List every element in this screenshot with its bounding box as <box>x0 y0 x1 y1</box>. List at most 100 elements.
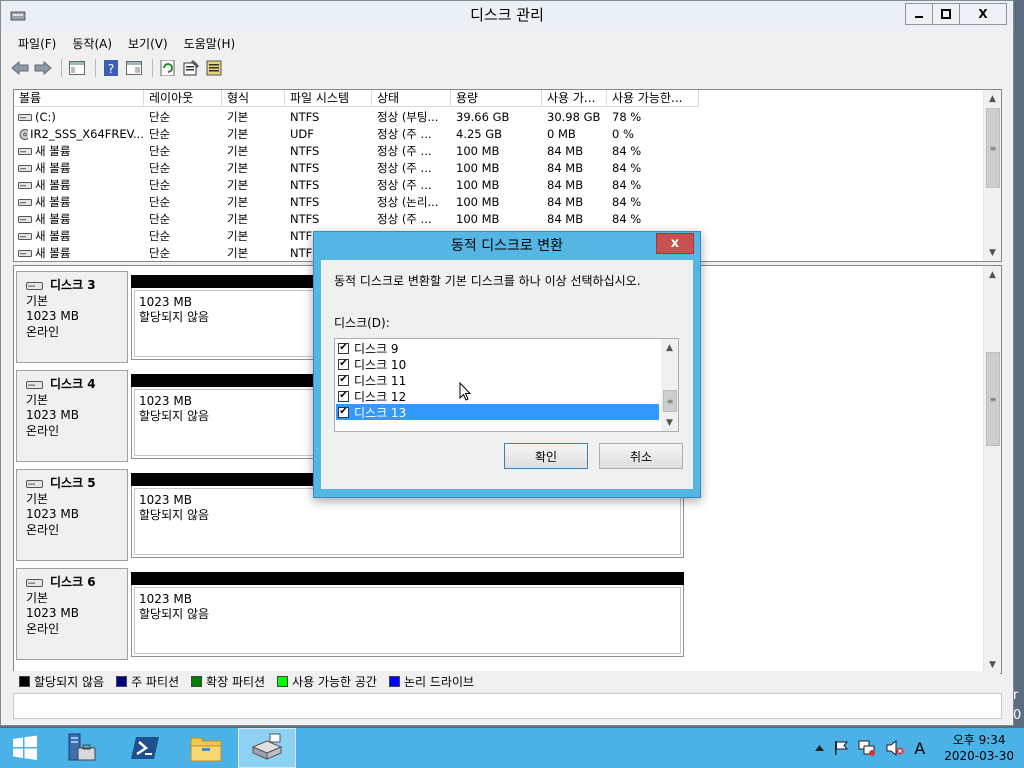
toolbar-separator <box>61 59 62 77</box>
unallocated-partition[interactable]: 1023 MB 할당되지 않음 <box>131 572 684 660</box>
checkbox[interactable]: ✔ <box>338 406 349 418</box>
volume-cell: 새 볼륨 <box>14 143 144 160</box>
disk-name-line: 디스크 6 <box>26 575 127 591</box>
taskbar-file-explorer[interactable] <box>181 728 231 768</box>
disk-checklist-item[interactable]: ✔ 디스크 9 <box>336 340 659 356</box>
legend-swatch <box>191 675 203 687</box>
toolbar-separator <box>95 59 96 77</box>
capacity-cell: 4.25 GB <box>456 127 503 141</box>
volume-drive-icon <box>18 199 32 206</box>
menu-view[interactable]: 보기(V) <box>120 32 176 54</box>
checkbox[interactable]: ✔ <box>338 358 349 370</box>
toolbar: ? <box>10 55 227 81</box>
layout-cell: 단순 <box>149 110 171 124</box>
partition-body: 1023 MB 할당되지 않음 <box>131 585 684 657</box>
type-cell: 기본 <box>227 246 249 260</box>
show-hidden-icons-button[interactable] <box>815 745 825 751</box>
scroll-thumb[interactable]: ≡ <box>663 390 677 412</box>
scroll-thumb[interactable]: ≡ <box>986 108 1000 188</box>
dialog-close-button[interactable]: x <box>656 233 694 254</box>
free-cell: 84 MB <box>547 195 584 209</box>
disk-checklist-item[interactable]: ✔ 디스크 12 <box>336 388 659 404</box>
taskbar-disk-management[interactable] <box>238 728 296 768</box>
volume-name: 새 볼륨 <box>35 144 71 158</box>
checkbox[interactable]: ✔ <box>338 342 349 354</box>
scroll-thumb[interactable]: ≡ <box>986 352 1000 446</box>
capacity-cell: 100 MB <box>456 178 500 192</box>
scroll-up-arrow-icon[interactable]: ▲ <box>661 339 678 356</box>
properties-button[interactable] <box>181 58 201 78</box>
maximize-button[interactable] <box>932 3 959 25</box>
scroll-up-arrow-icon[interactable]: ▲ <box>984 266 1001 283</box>
scroll-up-arrow-icon[interactable]: ▲ <box>984 90 1001 107</box>
table-row[interactable]: 새 볼륨 단순 기본 NTFS 정상 (주 ... 100 MB 84 MB 84 % <box>14 160 699 177</box>
status-cell: 정상 (부팅... <box>377 110 439 124</box>
table-row[interactable]: IR2_SSS_X64FREV... 단순 기본 UDF 정상 (주 ... 4.25 G… <box>14 126 699 143</box>
taskbar-powershell[interactable] <box>120 728 170 768</box>
scroll-down-arrow-icon[interactable]: ▼ <box>984 244 1001 261</box>
settings-list-button[interactable] <box>204 58 224 78</box>
legend: 할당되지 않음 주 파티션 확장 파티션 사용 가능한 공간 논리 드라이브 <box>13 671 1000 691</box>
title-bar[interactable]: 디스크 관리 X <box>1 1 1013 31</box>
close-button[interactable]: X <box>959 3 1007 25</box>
disk-view-scrollbar[interactable]: ▲ ≡ ▼ <box>983 266 1001 673</box>
volume-list-scrollbar[interactable]: ▲ ≡ ▼ <box>983 90 1001 261</box>
menu-action[interactable]: 동작(A) <box>64 32 120 54</box>
taskbar-server-manager[interactable] <box>56 728 106 768</box>
input-method-indicator[interactable]: A <box>914 739 925 758</box>
column-header-filesystem[interactable]: 파일 시스템 <box>285 90 372 107</box>
dialog-title[interactable]: 동적 디스크로 변환 <box>314 232 700 260</box>
menu-file[interactable]: 파일(F) <box>10 32 64 54</box>
volume-control[interactable] <box>886 740 904 756</box>
disk-list-label: 디스크(D): <box>334 316 390 330</box>
table-row[interactable]: 새 볼륨 단순 기본 NTFS 정상 (주 ... 100 MB 84 MB 84 % <box>14 177 699 194</box>
ok-button[interactable]: 확인 <box>504 443 588 469</box>
disk-label-panel[interactable]: 디스크 3 기본 1023 MB 온라인 <box>16 271 128 363</box>
back-button[interactable] <box>10 58 30 78</box>
column-header-capacity[interactable]: 용량 <box>451 90 542 107</box>
disk-checklist[interactable]: ✔ 디스크 9 ✔ 디스크 10 ✔ 디스크 11 ✔ 디스크 12 ✔ 디스크 13 ▲ ≡ ▼ <box>334 338 679 432</box>
partition-color-bar <box>131 572 684 585</box>
disk-checklist-item[interactable]: ✔ 디스크 10 <box>336 356 659 372</box>
disk-label-panel[interactable]: 디스크 5 기본 1023 MB 온라인 <box>16 469 128 561</box>
disk-row[interactable]: 디스크 6 기본 1023 MB 온라인 1023 MB 할당되지 않음 <box>14 566 982 663</box>
column-header-layout[interactable]: 레이아웃 <box>144 90 222 107</box>
column-header-free-space[interactable]: 사용 가... <box>542 90 607 107</box>
table-row[interactable]: 새 볼륨 단순 기본 NTFS 정상 (주 ... 100 MB 84 MB 84 % <box>14 211 699 228</box>
pct-cell: 84 % <box>612 212 642 226</box>
disk-name: 디스크 3 <box>50 278 96 292</box>
refresh-button[interactable] <box>158 58 178 78</box>
show-hide-console-tree-button[interactable] <box>67 58 87 78</box>
network-status[interactable] <box>858 740 876 756</box>
action-center-flag[interactable] <box>834 741 849 755</box>
checkbox[interactable]: ✔ <box>338 390 349 402</box>
disk-label-panel[interactable]: 디스크 6 기본 1023 MB 온라인 <box>16 568 128 660</box>
disk-checklist-item[interactable]: ✔ 디스크 11 <box>336 372 659 388</box>
disk-checklist-item[interactable]: ✔ 디스크 13 <box>336 404 659 420</box>
disk-label-panel[interactable]: 디스크 4 기본 1023 MB 온라인 <box>16 370 128 462</box>
column-header-volume[interactable]: 볼륨 <box>14 90 144 107</box>
start-button[interactable] <box>0 728 50 768</box>
checklist-scrollbar[interactable]: ▲ ≡ ▼ <box>661 339 678 431</box>
table-row[interactable]: 새 볼륨 단순 기본 NTFS 정상 (논리... 100 MB 84 MB 84 % <box>14 194 699 211</box>
show-action-pane-button[interactable] <box>124 58 144 78</box>
disk-status: 온라인 <box>26 423 60 438</box>
clock-date: 2020-03-30 <box>944 749 1014 763</box>
column-header-percent-free[interactable]: 사용 가능한... <box>607 90 699 107</box>
legend-swatch <box>277 675 289 687</box>
checklist-item-label: 디스크 13 <box>354 405 407 420</box>
layout-cell: 단순 <box>149 195 171 209</box>
forward-button[interactable] <box>33 58 53 78</box>
cancel-button[interactable]: 취소 <box>599 443 683 469</box>
minimize-button[interactable] <box>905 3 932 25</box>
clock[interactable]: 오후 9:34 2020-03-30 <box>944 732 1014 764</box>
scroll-down-arrow-icon[interactable]: ▼ <box>661 414 678 431</box>
column-header-status[interactable]: 상태 <box>372 90 451 107</box>
column-header-type[interactable]: 형식 <box>222 90 285 107</box>
checkbox[interactable]: ✔ <box>338 374 349 386</box>
table-row[interactable]: (C:) 단순 기본 NTFS 정상 (부팅... 39.66 GB 30.98 GB 78 … <box>14 109 699 126</box>
table-row[interactable]: 새 볼륨 단순 기본 NTFS 정상 (주 ... 100 MB 84 MB 84 % <box>14 143 699 160</box>
help-button[interactable]: ? <box>101 58 121 78</box>
menu-help[interactable]: 도움말(H) <box>176 32 244 54</box>
dvd-drive-icon <box>19 129 29 140</box>
